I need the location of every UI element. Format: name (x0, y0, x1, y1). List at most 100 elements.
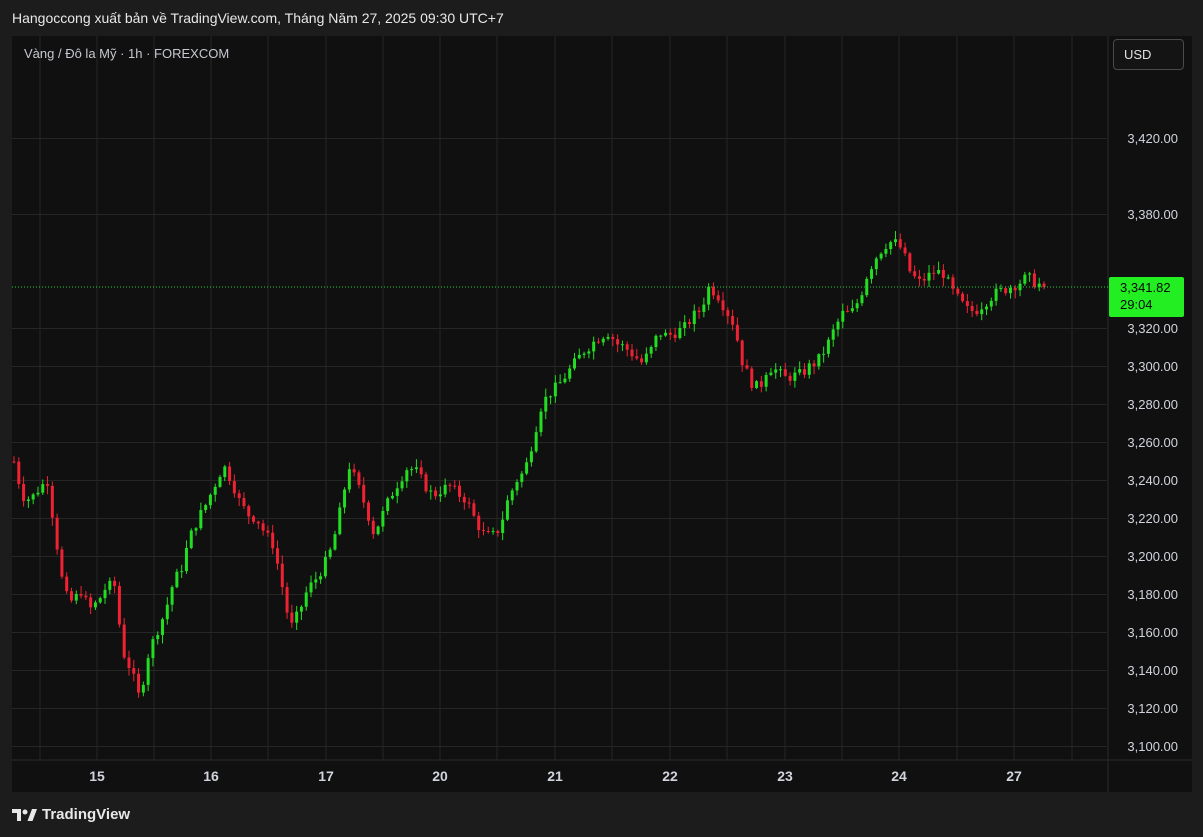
candle-body (707, 286, 711, 305)
candle-body (702, 304, 706, 312)
y-tick-label: 3,100.00 (1127, 739, 1178, 754)
candle-body (204, 505, 208, 510)
candle-body (285, 587, 289, 613)
candle-body (668, 332, 672, 335)
candle-body (1023, 274, 1027, 284)
candle-body (319, 576, 323, 580)
candle-body (970, 306, 974, 311)
candle-body (36, 492, 40, 495)
candle-body (846, 310, 850, 312)
y-tick-label: 3,200.00 (1127, 549, 1178, 564)
tradingview-logo[interactable]: TradingView (12, 806, 130, 823)
candle-body (280, 563, 284, 588)
candle-body (587, 351, 591, 354)
candle-body (357, 472, 361, 485)
candle-body (223, 466, 227, 478)
candle-body (314, 579, 318, 583)
candle-body (79, 594, 83, 596)
candle-body (841, 310, 845, 322)
candle-body (333, 534, 337, 550)
candle-body (941, 269, 945, 278)
candle-body (84, 595, 88, 598)
candle-body (414, 467, 418, 470)
candle-body (117, 585, 121, 625)
candle-body (237, 493, 241, 499)
candle-body (362, 484, 366, 503)
candle-body (352, 469, 356, 473)
x-tick-label: 22 (662, 768, 678, 784)
candle-body (189, 530, 193, 548)
candle-body (635, 356, 639, 359)
candle-body (731, 316, 735, 325)
candle-body (290, 612, 294, 623)
y-tick-label: 3,160.00 (1127, 625, 1178, 640)
candle-body (477, 515, 481, 531)
candle-body (740, 340, 744, 366)
candle-body (60, 549, 64, 577)
candle-body (774, 369, 778, 373)
candle-body (965, 301, 969, 307)
candle-body (745, 365, 749, 369)
candle-body (347, 469, 351, 490)
candle-body (194, 528, 198, 531)
candle-body (889, 242, 893, 250)
candle-body (501, 519, 505, 533)
x-tick-label: 24 (891, 768, 907, 784)
candle-body (386, 498, 390, 511)
candle-body (994, 288, 998, 301)
candle-body (937, 269, 941, 274)
candle-body (558, 382, 562, 384)
candle-body (946, 277, 950, 279)
tradingview-brand: TradingView (42, 806, 131, 823)
candle-body (1028, 273, 1032, 275)
candle-body (678, 328, 682, 339)
x-tick-label: 20 (432, 768, 448, 784)
candle-body (654, 335, 658, 348)
candle-body (917, 276, 921, 279)
candle-body (1032, 273, 1036, 287)
candle-body (151, 639, 155, 659)
candle-body (716, 295, 720, 301)
candle-body (213, 486, 217, 495)
y-tick-label: 3,140.00 (1127, 663, 1178, 678)
candle-body (850, 308, 854, 312)
candle-body (184, 547, 188, 572)
candle-body (759, 381, 763, 387)
candle-body (108, 580, 112, 590)
y-tick-label: 3,220.00 (1127, 511, 1178, 526)
candle-body (424, 474, 428, 492)
candle-body (673, 334, 677, 339)
candle-body (208, 494, 212, 506)
candle-body (275, 548, 279, 564)
candle-body (788, 375, 792, 381)
symbol-info: Vàng / Đô la Mỹ · 1h · FOREXCOM (24, 46, 230, 61)
currency-selector-button[interactable]: USD (1113, 39, 1184, 70)
candle-body (175, 571, 179, 588)
candle-body (453, 485, 457, 487)
candle-body (625, 344, 629, 350)
candle-body (486, 531, 490, 533)
candle-body (1037, 283, 1041, 287)
candle-body (367, 502, 371, 521)
candle-body (620, 344, 624, 346)
candlestick-chart[interactable]: 3,100.00 3,120.00 3,140.00 3,160.00 3,180.00… (0, 0, 1203, 837)
candle-body (539, 411, 543, 433)
candle-body (1042, 283, 1046, 288)
candle-body (798, 369, 802, 373)
candle-body (98, 598, 102, 603)
candle-body (31, 494, 35, 500)
candle-body (721, 300, 725, 311)
candle-body (999, 288, 1003, 290)
tradingview-logo-icon (12, 808, 37, 821)
candle-body (390, 495, 394, 499)
candle-body (735, 324, 739, 341)
footer: TradingView (0, 792, 1203, 837)
candle-body (750, 368, 754, 388)
candle-body (266, 530, 270, 533)
candle-body (93, 602, 97, 608)
y-tick-label: 3,260.00 (1127, 435, 1178, 450)
candle-body (376, 526, 380, 535)
candle-body (793, 372, 797, 381)
candle-body (836, 321, 840, 330)
candle-body (438, 494, 442, 497)
